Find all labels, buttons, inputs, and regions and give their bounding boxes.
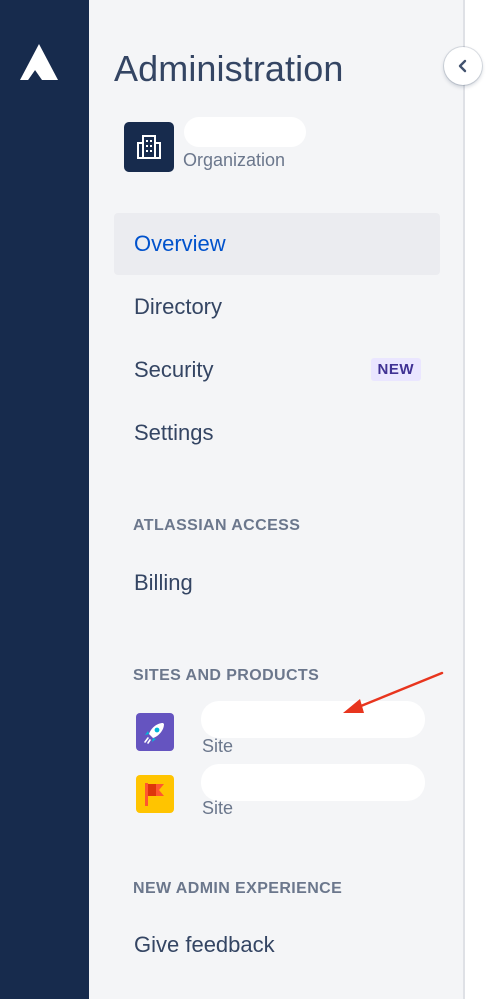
new-badge: NEW [370,358,421,381]
site-name[interactable] [201,701,425,738]
organization-type: Organization [183,150,286,170]
nav-item-label: Give feedback [134,932,275,957]
building-icon [137,135,161,159]
section-heading-atlassian-access: ATLASSIAN ACCESS [133,517,301,534]
nav-item-directory[interactable]: Directory [114,276,440,338]
page-title: Administration [114,48,344,89]
nav-item-give-feedback[interactable]: Give feedback [114,914,440,976]
atlassian-logo-icon[interactable] [20,42,58,80]
section-heading-new-admin-experience: NEW ADMIN EXPERIENCE [133,880,343,897]
flag-icon [145,783,164,806]
nav-item-billing[interactable]: Billing [114,552,440,614]
nav-item-settings[interactable]: Settings [114,402,440,464]
site-avatar-rocket[interactable] [136,713,174,751]
organization-name [184,117,306,147]
global-navigation [0,0,89,999]
nav-item-label: Directory [134,294,223,319]
chevron-left-icon [458,59,467,73]
nav-item-overview[interactable]: Overview [114,213,440,275]
collapse-sidebar-button[interactable] [444,47,482,85]
site-type-label: Site [202,798,234,818]
panel-divider [463,0,465,999]
section-heading-sites-and-products: SITES AND PRODUCTS [133,667,320,684]
site-name[interactable] [201,764,425,801]
nav-item-label: Billing [134,570,193,595]
organization-avatar [124,122,174,172]
nav-item-label: Settings [134,420,214,445]
nav-item-label: Security [134,357,214,382]
site-avatar-flag[interactable] [136,775,174,813]
rocket-icon [144,723,164,744]
site-type-label: Site [202,736,234,756]
nav-item-label: Overview [134,231,226,256]
nav-item-security[interactable]: Security NEW [114,339,440,401]
